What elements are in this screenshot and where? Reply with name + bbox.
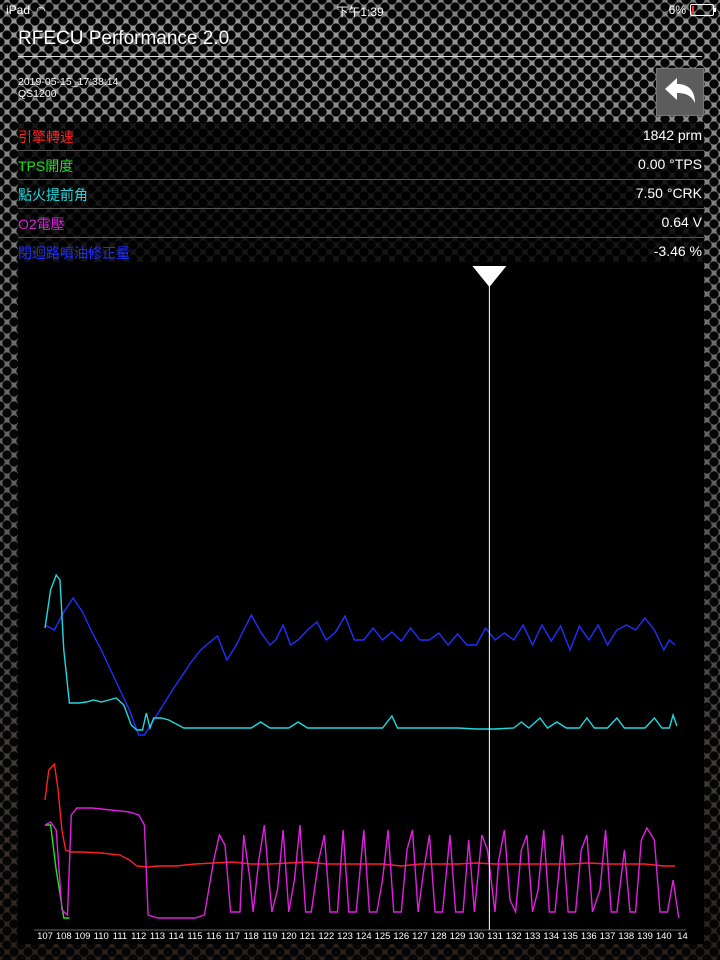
back-button[interactable] <box>656 68 704 116</box>
x-tick-label: 136 <box>581 931 597 942</box>
x-tick-label: 125 <box>375 931 391 942</box>
readout-value: 0.00 °TPS <box>638 156 702 172</box>
readout-row-tps: TPS開度 0.00 °TPS <box>18 151 704 180</box>
cursor-handle[interactable] <box>472 266 507 287</box>
x-tick-label: 14 <box>677 931 688 942</box>
x-tick-label: 139 <box>637 931 653 942</box>
x-tick-label: 112 <box>131 931 146 942</box>
x-tick-label: 126 <box>393 931 409 942</box>
readout-value: 7.50 °CRK <box>635 185 702 201</box>
x-tick-label: 117 <box>225 931 240 942</box>
back-arrow-icon <box>665 78 695 103</box>
x-tick-label: 113 <box>150 931 165 942</box>
readout-label: TPS開度 <box>18 158 74 174</box>
x-tick-label: 107 <box>37 931 53 942</box>
readout-value: 0.64 V <box>661 214 702 230</box>
readout-row-rpm: 引擎轉速 1842 prm <box>18 122 704 151</box>
readout-label: O2電壓 <box>18 216 65 232</box>
x-tick-label: 131 <box>487 931 503 942</box>
session-meta: 2019-05-15_17:38:14 QS1200 <box>18 76 118 100</box>
x-tick-label: 138 <box>618 931 634 942</box>
readout-value: -3.46 % <box>653 243 702 259</box>
status-bar: iPad ◠ 下午1:39 6% <box>0 0 720 20</box>
readout-table: 引擎轉速 1842 prm TPS開度 0.00 °TPS 點火提前角 7.50… <box>18 122 704 267</box>
x-tick-label: 128 <box>431 931 447 942</box>
x-tick-label: 116 <box>206 931 221 942</box>
x-tick-label: 130 <box>468 931 484 942</box>
readout-label: 點火提前角 <box>18 187 88 203</box>
x-tick-label: 129 <box>450 931 466 942</box>
series-line-1 <box>44 573 678 731</box>
readout-label: 引擎轉速 <box>18 129 74 145</box>
x-tick-label: 114 <box>169 931 184 942</box>
readout-label: 閉迴路噴油修正量 <box>18 245 130 261</box>
x-tick-label: 120 <box>281 931 297 942</box>
title-divider <box>18 56 702 57</box>
x-tick-label: 127 <box>412 931 428 942</box>
x-tick-label: 108 <box>56 931 72 942</box>
x-tick-label: 118 <box>244 931 259 942</box>
x-tick-label: 133 <box>525 931 541 942</box>
x-tick-label: 111 <box>113 931 127 942</box>
readout-row-o2: O2電壓 0.64 V <box>18 209 704 238</box>
session-timestamp: 2019-05-15_17:38:14 <box>18 76 119 88</box>
battery-icon <box>690 4 716 16</box>
x-tick-label: 119 <box>262 931 277 942</box>
x-tick-label: 110 <box>94 931 109 942</box>
x-tick-label: 137 <box>600 931 616 942</box>
chart-area[interactable]: 107 108 109 110 111 112 113 114 115 116 117 118 119 1… <box>18 262 704 944</box>
clock: 下午1:39 <box>336 5 384 19</box>
readout-value: 1842 prm <box>642 127 702 143</box>
x-tick-label: 123 <box>337 931 353 942</box>
battery-indicator: 6% <box>668 3 716 17</box>
readout-row-ignition: 點火提前角 7.50 °CRK <box>18 180 704 209</box>
x-tick-label: 135 <box>562 931 578 942</box>
x-tick-label: 121 <box>300 931 316 942</box>
series-line-0 <box>44 596 676 736</box>
battery-percent: 6% <box>668 3 686 17</box>
vehicle-model: QS1200 <box>18 88 57 100</box>
log-chart[interactable]: 107 108 109 110 111 112 113 114 115 116 117 118 119 1… <box>18 262 704 944</box>
page-title: RFECU Performance 2.0 <box>18 28 230 49</box>
x-tick-label: 122 <box>318 931 334 942</box>
x-tick-label: 124 <box>356 931 372 942</box>
x-tick-label: 134 <box>543 931 559 942</box>
x-tick-label: 140 <box>656 931 672 942</box>
x-tick-label: 115 <box>187 931 202 942</box>
x-tick-label: 132 <box>506 931 522 942</box>
x-tick-label: 109 <box>75 931 91 942</box>
